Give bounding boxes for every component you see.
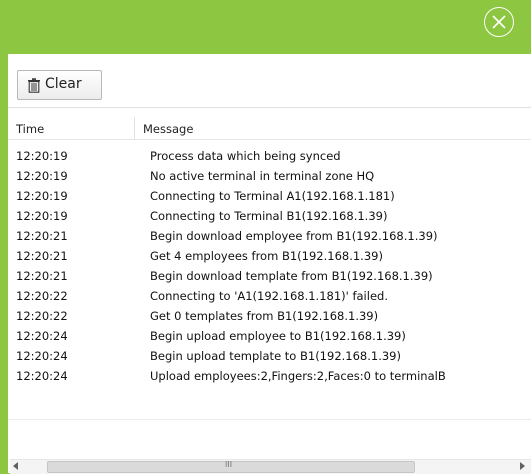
clear-button[interactable]: Clear <box>17 70 102 100</box>
row-message: Get 4 employees from B1(192.168.1.39) <box>150 249 383 263</box>
scroll-left-arrow-icon[interactable] <box>13 462 18 470</box>
row-time: 12:20:24 <box>16 369 68 383</box>
row-message: Connecting to Terminal A1(192.168.1.181) <box>150 189 395 203</box>
row-message: Begin download employee from B1(192.168.… <box>150 229 438 243</box>
column-header-message[interactable]: Message <box>143 122 193 136</box>
row-message: Upload employees:2,Fingers:2,Faces:0 to … <box>150 369 446 383</box>
row-time: 12:20:21 <box>16 269 68 283</box>
row-message: Process data which being synced <box>150 149 341 163</box>
table-header: Time Message <box>8 117 531 140</box>
scroll-right-arrow-icon[interactable] <box>520 462 525 470</box>
table-row[interactable]: 12:20:19 Process data which being synced <box>8 147 531 167</box>
row-time: 12:20:19 <box>16 209 68 223</box>
row-time: 12:20:19 <box>16 149 68 163</box>
row-time: 12:20:24 <box>16 349 68 363</box>
row-message: Begin upload template to B1(192.168.1.39… <box>150 349 401 363</box>
row-message: Connecting to 'A1(192.168.1.181)' failed… <box>150 289 388 303</box>
row-time: 12:20:24 <box>16 329 68 343</box>
row-time: 12:20:21 <box>16 229 68 243</box>
table-row[interactable]: 12:20:19 Connecting to Terminal B1(192.16… <box>8 207 531 227</box>
log-panel: Clear Time Message 12:20:19 Process data … <box>8 54 531 474</box>
table-row[interactable]: 12:20:19 No active terminal in terminal z… <box>8 167 531 187</box>
table-row[interactable]: 12:20:22 Connecting to 'A1(192.168.1.181)… <box>8 287 531 307</box>
table-row[interactable]: 12:20:21 Begin download template from B1(… <box>8 267 531 287</box>
row-time: 12:20:22 <box>16 289 68 303</box>
row-time: 12:20:21 <box>16 249 68 263</box>
row-message: Begin download template from B1(192.168.… <box>150 269 433 283</box>
table-row[interactable]: 12:20:19 Connecting to Terminal A1(192.16… <box>8 187 531 207</box>
table-row[interactable]: 12:20:21 Get 4 employees from B1(192.168.… <box>8 247 531 267</box>
row-time: 12:20:19 <box>16 169 68 183</box>
horizontal-scrollbar[interactable]: III <box>10 459 531 474</box>
table-row[interactable]: 12:20:21 Begin download employee from B1(… <box>8 227 531 247</box>
grip-icon: III <box>225 460 233 469</box>
table-row[interactable]: 12:20:24 Upload employees:2,Fingers:2,Fac… <box>8 367 531 387</box>
toolbar: Clear <box>8 54 531 108</box>
row-message: Begin upload employee to B1(192.168.1.39… <box>150 329 406 343</box>
table-row[interactable]: 12:20:24 Begin upload employee to B1(192.… <box>8 327 531 347</box>
table-row[interactable]: 12:20:24 Begin upload template to B1(192.… <box>8 347 531 367</box>
close-button[interactable] <box>484 7 514 37</box>
trash-icon <box>28 78 40 93</box>
clear-button-label: Clear <box>45 76 82 92</box>
row-time: 12:20:19 <box>16 189 68 203</box>
row-message: No active terminal in terminal zone HQ <box>150 169 375 183</box>
title-bar <box>0 0 531 54</box>
scrollbar-thumb[interactable]: III <box>47 460 415 473</box>
row-message: Get 0 templates from B1(192.168.1.39) <box>150 309 379 323</box>
column-divider[interactable] <box>134 117 135 139</box>
row-message: Connecting to Terminal B1(192.168.1.39) <box>150 209 388 223</box>
row-time: 12:20:22 <box>16 309 68 323</box>
table-row[interactable]: 12:20:22 Get 0 templates from B1(192.168.… <box>8 307 531 327</box>
close-icon <box>492 15 506 29</box>
column-header-time[interactable]: Time <box>16 122 44 136</box>
row-divider <box>8 419 531 420</box>
